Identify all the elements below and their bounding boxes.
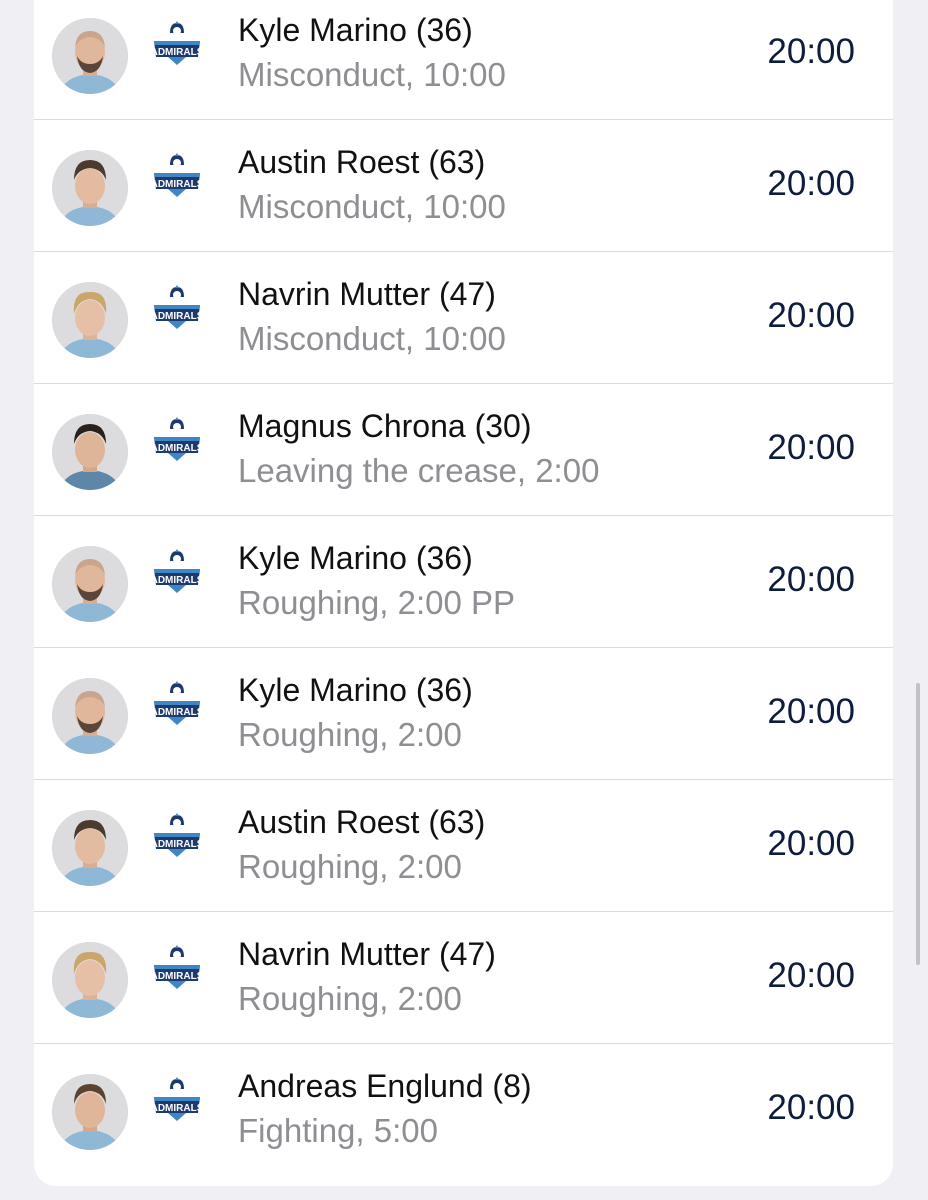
player-avatar: [52, 546, 128, 622]
player-avatar: [52, 678, 128, 754]
player-headshot-icon: [52, 414, 128, 490]
player-name: Navrin Mutter (47): [238, 276, 496, 312]
svg-text:ADMIRALS: ADMIRALS: [151, 179, 204, 190]
penalty-row[interactable]: ADMIRALS Kyle Marino (36) Roughing, 2:00…: [34, 516, 893, 648]
penalty-description: Fighting, 5:00: [238, 1112, 438, 1149]
player-headshot-icon: [52, 150, 128, 226]
svg-text:ADMIRALS: ADMIRALS: [151, 971, 204, 982]
penalty-time: 20:00: [767, 824, 855, 863]
player-headshot-icon: [52, 18, 128, 94]
player-avatar: [52, 150, 128, 226]
penalty-time: 20:00: [767, 164, 855, 203]
penalty-description: Roughing, 2:00 PP: [238, 584, 516, 621]
penalty-row[interactable]: ADMIRALS Austin Roest (63) Roughing, 2:0…: [34, 780, 893, 912]
player-headshot-icon: [52, 810, 128, 886]
penalty-row[interactable]: ADMIRALS Kyle Marino (36) Roughing, 2:00…: [34, 648, 893, 780]
penalty-description: Roughing, 2:00: [238, 716, 462, 753]
penalty-description: Misconduct, 10:00: [238, 56, 506, 93]
player-avatar: [52, 1074, 128, 1150]
svg-text:ADMIRALS: ADMIRALS: [151, 707, 204, 718]
player-headshot-icon: [52, 678, 128, 754]
admirals-logo-icon: ADMIRALS: [150, 19, 204, 67]
player-name: Andreas Englund (8): [238, 1068, 532, 1104]
player-name: Kyle Marino (36): [238, 12, 473, 48]
scrollbar[interactable]: [916, 683, 920, 965]
penalty-time: 20:00: [767, 296, 855, 335]
penalty-description: Misconduct, 10:00: [238, 188, 506, 225]
admirals-logo-icon: ADMIRALS: [150, 943, 204, 991]
admirals-logo-icon: ADMIRALS: [150, 151, 204, 199]
svg-text:ADMIRALS: ADMIRALS: [151, 443, 204, 454]
player-name: Magnus Chrona (30): [238, 408, 532, 444]
player-headshot-icon: [52, 1074, 128, 1150]
admirals-logo-icon: ADMIRALS: [150, 679, 204, 727]
player-name: Navrin Mutter (47): [238, 936, 496, 972]
penalty-row[interactable]: ADMIRALS Andreas Englund (8) Fighting, 5…: [34, 1044, 893, 1176]
penalty-row[interactable]: ADMIRALS Magnus Chrona (30) Leaving the …: [34, 384, 893, 516]
admirals-logo-icon: ADMIRALS: [150, 1075, 204, 1123]
player-avatar: [52, 18, 128, 94]
penalty-description: Roughing, 2:00: [238, 848, 462, 885]
player-avatar: [52, 282, 128, 358]
player-name: Kyle Marino (36): [238, 672, 473, 708]
penalty-time: 20:00: [767, 428, 855, 467]
penalty-time: 20:00: [767, 692, 855, 731]
admirals-logo-icon: ADMIRALS: [150, 547, 204, 595]
svg-text:ADMIRALS: ADMIRALS: [151, 839, 204, 850]
penalty-time: 20:00: [767, 32, 855, 71]
penalty-time: 20:00: [767, 560, 855, 599]
penalty-row[interactable]: ADMIRALS Kyle Marino (36) Misconduct, 10…: [34, 0, 893, 120]
admirals-logo-icon: ADMIRALS: [150, 415, 204, 463]
player-headshot-icon: [52, 282, 128, 358]
svg-text:ADMIRALS: ADMIRALS: [151, 47, 204, 58]
penalty-list: ADMIRALS Kyle Marino (36) Misconduct, 10…: [34, 0, 893, 1186]
svg-text:ADMIRALS: ADMIRALS: [151, 311, 204, 322]
penalty-description: Misconduct, 10:00: [238, 320, 506, 357]
penalty-time: 20:00: [767, 1088, 855, 1127]
penalty-row[interactable]: ADMIRALS Navrin Mutter (47) Misconduct, …: [34, 252, 893, 384]
admirals-logo-icon: ADMIRALS: [150, 811, 204, 859]
penalty-row[interactable]: ADMIRALS Navrin Mutter (47) Roughing, 2:…: [34, 912, 893, 1044]
player-name: Kyle Marino (36): [238, 540, 473, 576]
player-headshot-icon: [52, 942, 128, 1018]
player-avatar: [52, 810, 128, 886]
admirals-logo-icon: ADMIRALS: [150, 283, 204, 331]
player-name: Austin Roest (63): [238, 804, 486, 840]
player-headshot-icon: [52, 546, 128, 622]
svg-text:ADMIRALS: ADMIRALS: [151, 1103, 204, 1114]
player-avatar: [52, 942, 128, 1018]
player-avatar: [52, 414, 128, 490]
player-name: Austin Roest (63): [238, 144, 486, 180]
svg-text:ADMIRALS: ADMIRALS: [151, 575, 204, 586]
penalty-row[interactable]: ADMIRALS Austin Roest (63) Misconduct, 1…: [34, 120, 893, 252]
penalty-description: Leaving the crease, 2:00: [238, 452, 600, 489]
penalty-description: Roughing, 2:00: [238, 980, 462, 1017]
penalty-time: 20:00: [767, 956, 855, 995]
